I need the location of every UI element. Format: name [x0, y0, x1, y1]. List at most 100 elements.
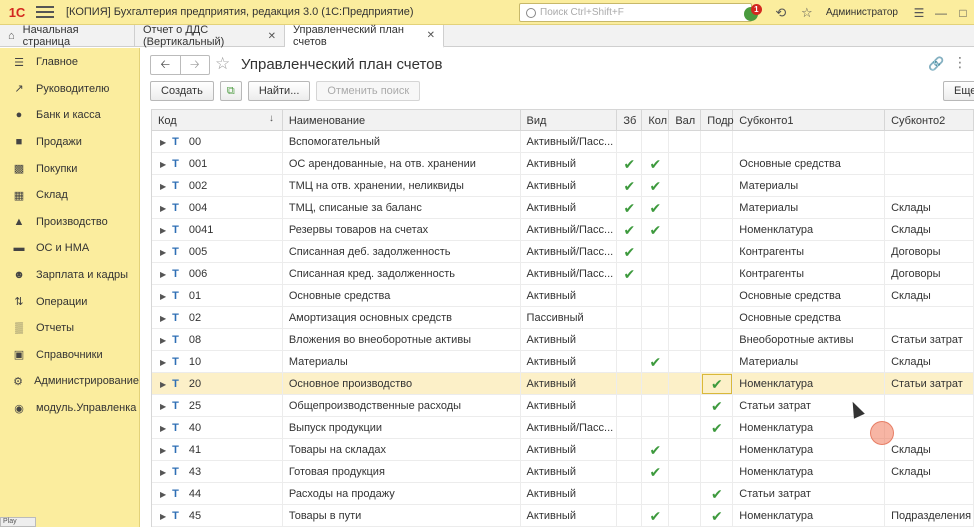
expand-arrow-icon[interactable]: ▶: [160, 138, 166, 147]
table-row[interactable]: ▶ T 01 Основные средства Активный Основные ср…: [152, 285, 974, 307]
sidebar-item-payroll[interactable]: ☻ Зарплата и кадры: [0, 262, 139, 289]
expand-arrow-icon[interactable]: ▶: [160, 160, 166, 169]
column-offbalance[interactable]: Зб: [617, 110, 643, 131]
sidebar-item-reports[interactable]: ▒ Отчеты: [0, 315, 139, 342]
table-row[interactable]: ▶ T 02 Амортизация основных средств Пассивны…: [152, 307, 974, 329]
cell-currency: [669, 219, 702, 241]
sidebar-item-warehouse[interactable]: ▦ Склад: [0, 182, 139, 209]
table-row[interactable]: ▶ T 44 Расходы на продажу Активный ✔ Статьи за…: [152, 483, 974, 505]
cell-division: ✔: [701, 483, 734, 505]
cell-name: Готовая продукция: [283, 461, 521, 483]
cell-subconto1: Контрагенты: [733, 241, 886, 263]
table-row[interactable]: ▶ T 001 ОС арендованные, на отв. хранении Ак…: [152, 153, 974, 175]
settings-menu-icon[interactable]: ☰: [908, 6, 930, 20]
cart-in-icon: ▩: [13, 163, 25, 176]
expand-arrow-icon[interactable]: ▶: [160, 424, 166, 433]
expand-arrow-icon[interactable]: ▶: [160, 182, 166, 191]
notifications-icon[interactable]: 1: [743, 3, 762, 22]
column-quantity[interactable]: Кол: [642, 110, 670, 131]
more-vertical-icon[interactable]: ⋮: [953, 54, 967, 71]
column-division[interactable]: Подр: [701, 110, 734, 131]
sidebar-item-label: Справочники: [36, 348, 103, 361]
expand-arrow-icon[interactable]: ▶: [160, 292, 166, 301]
sidebar-item-label: Отчеты: [36, 322, 75, 335]
close-icon[interactable]: ✕: [268, 31, 276, 42]
favorite-star-icon[interactable]: ☆: [215, 54, 230, 74]
cell-type: Активный/Пасс...: [521, 131, 618, 153]
expand-arrow-icon[interactable]: ▶: [160, 380, 166, 389]
expand-arrow-icon[interactable]: ▶: [160, 226, 166, 235]
cancel-search-button[interactable]: Отменить поиск: [316, 81, 421, 101]
tab-bar: ⌂ Начальная страница Отчет о ДДС (Вертик…: [0, 24, 974, 48]
more-button[interactable]: Еще: [943, 81, 974, 101]
expand-arrow-icon[interactable]: ▶: [160, 336, 166, 345]
current-user[interactable]: Администратор: [826, 7, 898, 18]
sidebar-item-module[interactable]: ◉ модуль.Управленка: [0, 395, 139, 422]
column-subconto1[interactable]: Субконто1: [733, 110, 886, 131]
table-row[interactable]: ▶ T 08 Вложения во внеоборотные активы Актив…: [152, 329, 974, 351]
column-name[interactable]: Наименование: [283, 110, 521, 131]
back-arrow-icon[interactable]: 🡠: [151, 56, 180, 74]
tab-chart-of-accounts[interactable]: Управленческий план счетов ✕: [285, 24, 444, 48]
sidebar-item-sales[interactable]: ■ Продажи: [0, 129, 139, 156]
cell-subconto1: Основные средства: [733, 285, 886, 307]
global-search-input[interactable]: Поиск Ctrl+Shift+F: [519, 3, 752, 22]
forward-arrow-icon[interactable]: 🡢: [179, 56, 210, 74]
table-row[interactable]: ▶ T 005 Списанная деб. задолженность Активны…: [152, 241, 974, 263]
expand-arrow-icon[interactable]: ▶: [160, 270, 166, 279]
table-row[interactable]: ▶ T 20 Основное производство Активный ✔ Номенк…: [152, 373, 974, 395]
table-row[interactable]: ▶ T 006 Списанная кред. задолженность Активн…: [152, 263, 974, 285]
minimize-icon[interactable]: —: [930, 6, 952, 20]
expand-arrow-icon[interactable]: ▶: [160, 402, 166, 411]
sidebar-item-bank[interactable]: ● Банк и касса: [0, 102, 139, 129]
sidebar-item-assets[interactable]: ▬ ОС и НМА: [0, 235, 139, 262]
expand-arrow-icon[interactable]: ▶: [160, 490, 166, 499]
table-row[interactable]: ▶ T 41 Товары на складах Активный ✔ Номенклату…: [152, 439, 974, 461]
tab-home[interactable]: ⌂ Начальная страница: [0, 24, 135, 48]
cell-code: ▶ T 004: [152, 197, 283, 219]
expand-arrow-icon[interactable]: ▶: [160, 314, 166, 323]
expand-arrow-icon[interactable]: ▶: [160, 248, 166, 257]
create-button[interactable]: Создать: [150, 81, 214, 101]
find-button[interactable]: Найти...: [247, 81, 311, 101]
expand-arrow-icon[interactable]: ▶: [160, 446, 166, 455]
sidebar-item-admin[interactable]: ⚙ Администрирование: [0, 368, 139, 395]
table-row[interactable]: ▶ T 45 Товары в пути Активный ✔ ✔ Номенклатура П…: [152, 505, 974, 527]
tab-dds-report[interactable]: Отчет о ДДС (Вертикальный) ✕: [135, 24, 285, 48]
favorites-star-icon[interactable]: ☆: [798, 4, 816, 22]
expand-arrow-icon[interactable]: ▶: [160, 468, 166, 477]
column-type[interactable]: Вид: [521, 110, 618, 131]
table-row[interactable]: ▶ T 00 Вспомогательный Активный/Пасс...: [152, 131, 974, 153]
table-row[interactable]: ▶ T 002 ТМЦ на отв. хранении, неликвиды Акти…: [152, 175, 974, 197]
table-row[interactable]: ▶ T 10 Материалы Активный ✔ Материалы Склады: [152, 351, 974, 373]
column-subconto2[interactable]: Субконто2: [885, 110, 974, 131]
table-row[interactable]: ▶ T 0041 Резервы товаров на счетах Активный/…: [152, 219, 974, 241]
expand-arrow-icon[interactable]: ▶: [160, 204, 166, 213]
sidebar-item-catalogs[interactable]: ▣ Справочники: [0, 342, 139, 369]
maximize-icon[interactable]: □: [952, 6, 974, 20]
close-icon[interactable]: ✕: [427, 30, 435, 41]
table-row[interactable]: ▶ T 43 Готовая продукция Активный ✔ Номенклату…: [152, 461, 974, 483]
sidebar-item-label: модуль.Управленка: [36, 402, 137, 415]
history-icon[interactable]: ⟲: [772, 4, 790, 22]
copy-button[interactable]: ⧉: [219, 81, 242, 101]
sidebar-item-director[interactable]: ↗ Руководителю: [0, 76, 139, 103]
main-menu-icon[interactable]: [36, 6, 54, 18]
column-currency[interactable]: Вал: [669, 110, 702, 131]
cell-currency: [669, 285, 702, 307]
expand-arrow-icon[interactable]: ▶: [160, 358, 166, 367]
sidebar-item-purchases[interactable]: ▩ Покупки: [0, 155, 139, 182]
account-type-icon: T: [172, 180, 179, 192]
sidebar-item-production[interactable]: ▲ Производство: [0, 209, 139, 236]
expand-arrow-icon[interactable]: ▶: [160, 512, 166, 521]
sidebar-item-main[interactable]: ☰ Главное: [0, 49, 139, 76]
checkmark-icon: ✔: [649, 441, 662, 458]
column-code[interactable]: Код ↓: [152, 110, 283, 131]
table-row[interactable]: ▶ T 004 ТМЦ, списаные за баланс Активный ✔ ✔ Ма…: [152, 197, 974, 219]
table-row[interactable]: ▶ T 40 Выпуск продукции Активный/Пасс... ✔ Ном…: [152, 417, 974, 439]
link-icon[interactable]: 🔗: [928, 56, 944, 72]
account-type-icon: T: [172, 422, 179, 434]
sidebar-item-operations[interactable]: ⇅ Операции: [0, 288, 139, 315]
sections-sidebar: ☰ Главное ↗ Руководителю ● Банк и касса ■ Пр…: [0, 48, 140, 527]
cell-name: Общепроизводственные расходы: [283, 395, 521, 417]
